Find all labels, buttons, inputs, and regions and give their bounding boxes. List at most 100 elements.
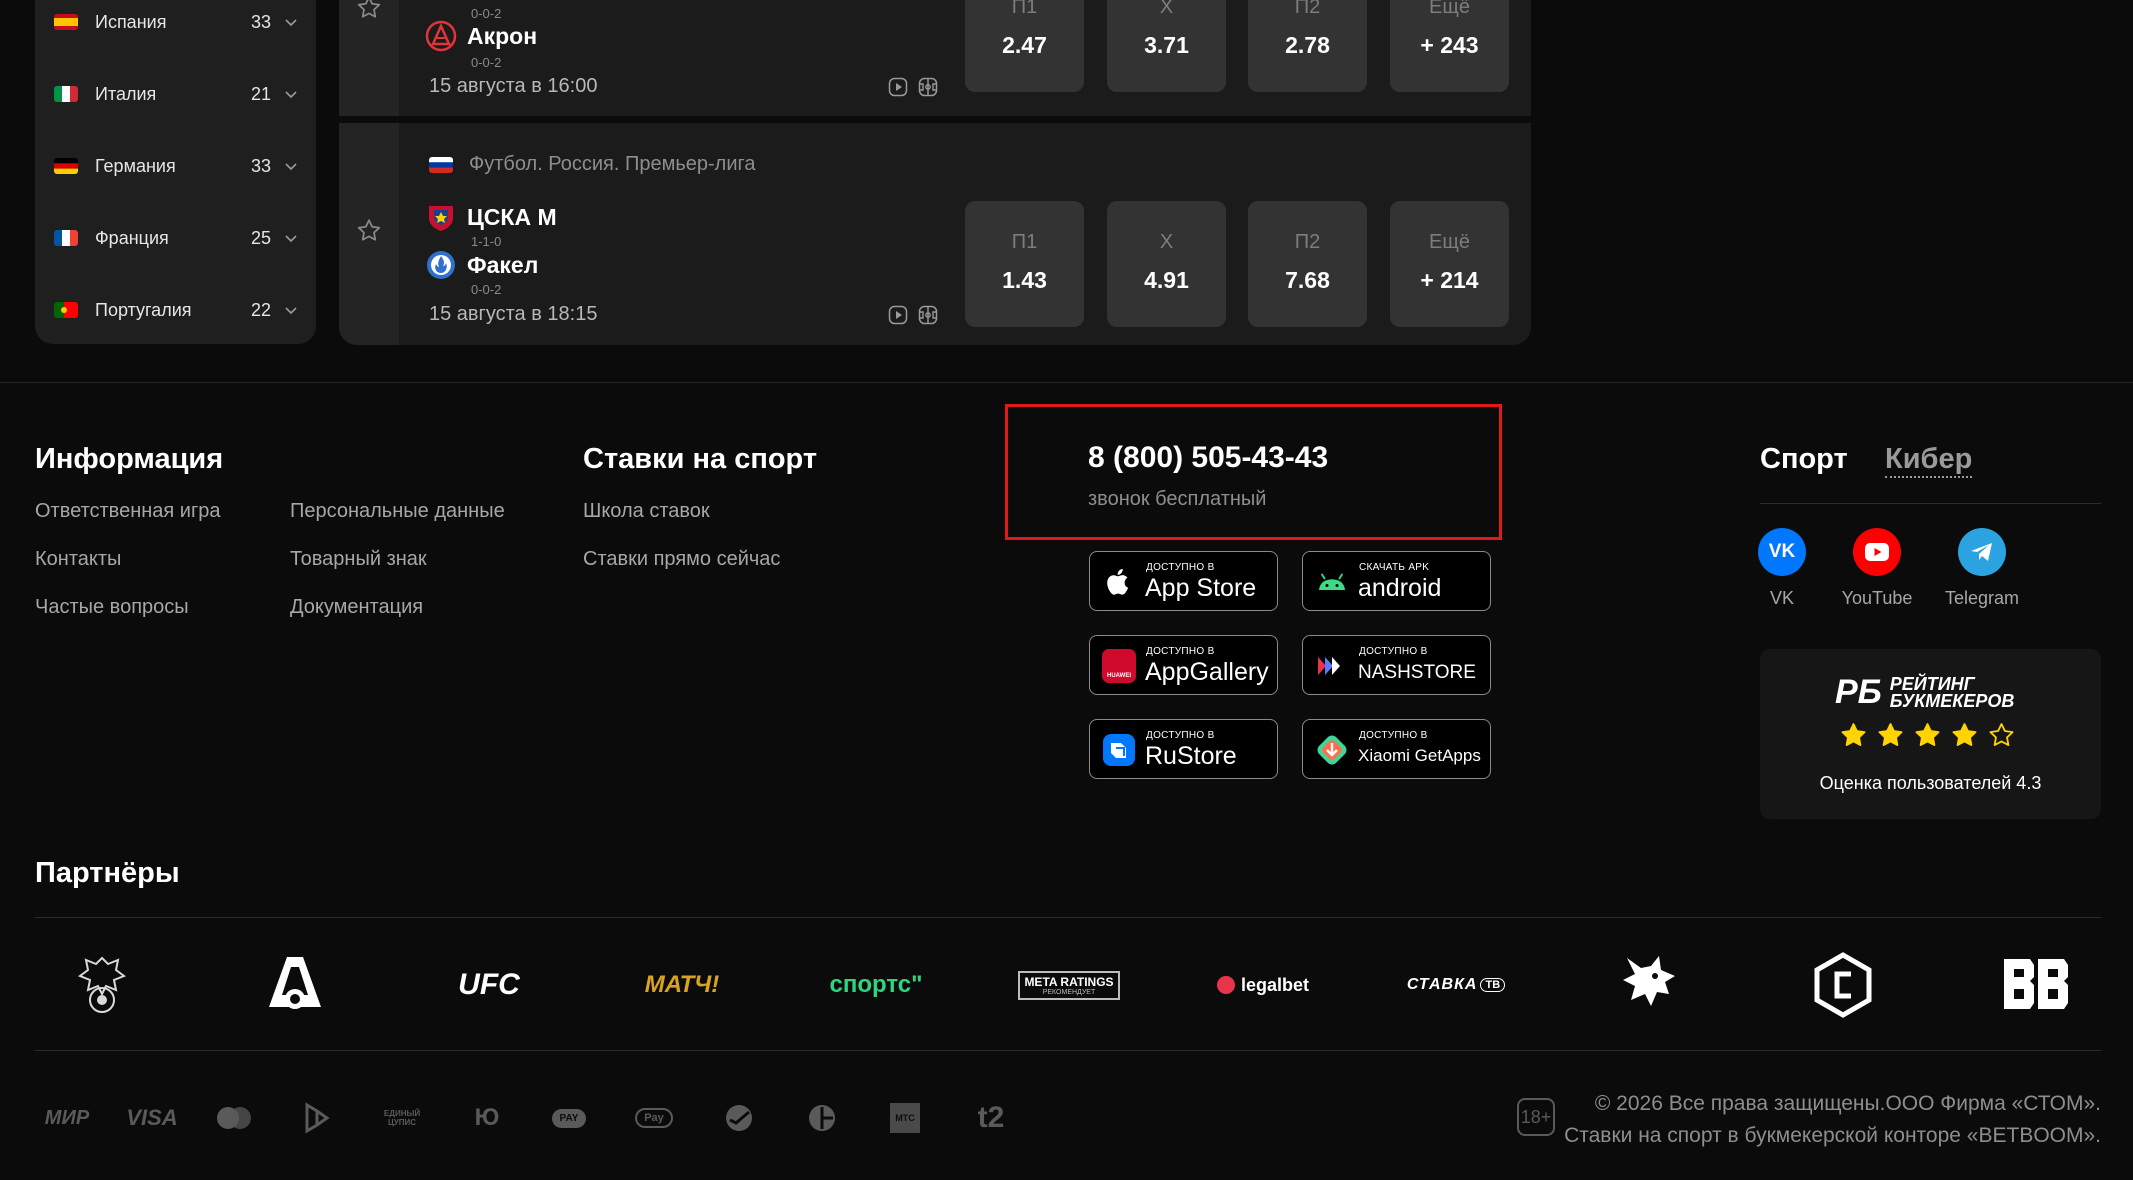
country-count: 33 [251,11,272,32]
partner-meta-ratings[interactable]: META RATINGS РЕКОМЕНДУЕТ [1014,950,1124,1020]
bookmaker-rating-card[interactable]: РБ РЕЙТИНГ БУКМЕКЕРОВ Оценка пользовател… [1760,649,2101,819]
germany-flag-icon [54,158,78,174]
link-personal-data[interactable]: Персональные данные [290,500,505,523]
odd-label: П1 [1011,231,1038,253]
info-title: Информация [35,443,224,475]
odd-value: 2.78 [1285,32,1330,58]
link-contacts[interactable]: Контакты [35,548,121,571]
social-youtube[interactable]: YouTube [1832,528,1922,609]
rb-logo-text: РЕЙТИНГ БУКМЕКЕРОВ [1889,675,2015,711]
odd-label: П2 [1294,0,1321,18]
italy-flag-icon [54,86,78,102]
store-caption: ДОСТУПНО В [1146,730,1215,741]
team-score: 0-0-2 [471,282,502,297]
store-name: NASHSTORE [1358,662,1476,683]
rb-logo-line: БУКМЕКЕРОВ [1889,690,2015,711]
sportx-logo: спортс" [829,971,923,998]
social-label: VK [1769,588,1794,608]
social-telegram[interactable]: Telegram [1937,528,2027,609]
gpay-logo: Pay [632,1100,676,1136]
appgallery-button[interactable]: HUAWEI ДОСТУПНО В AppGallery [1089,635,1278,695]
age-restriction-badge: 18+ [1517,1098,1555,1136]
tinkoff-logo [806,1100,838,1136]
odd-button-more[interactable]: Ещё + 214 [1390,201,1509,327]
odd-value: 1.43 [1002,267,1047,293]
lokomotiv-icon [269,957,321,1009]
odd-button-x[interactable]: Х 3.71 [1107,0,1226,92]
stavka-tv-logo: СТАВКА [1406,976,1478,993]
t2-logo: t2 [977,1101,1005,1134]
country-name: Италия [95,83,157,104]
odd-button-p2[interactable]: П2 2.78 [1248,0,1367,92]
telegram-icon [1958,528,2006,576]
country-name: Германия [95,155,176,176]
sber-logo [723,1100,755,1136]
team-score: 0-0-2 [471,6,502,21]
store-caption: ДОСТУПНО В [1359,646,1428,657]
odd-button-more[interactable]: Ещё + 243 [1390,0,1509,92]
link-responsible-gaming[interactable]: Ответственная игра [35,500,221,523]
store-name: AppGallery [1145,658,1269,686]
partner-stavka-tv[interactable]: СТАВКА TB [1401,950,1511,1020]
mirpay-logo: PAY [546,1100,592,1136]
meta-ratings-logo: META RATINGS РЕКОМЕНДУЕТ [1018,970,1120,1000]
league-title[interactable]: Футбол. Россия. Премьер-лига [429,153,756,176]
country-item-spain[interactable]: Испания 33 [35,0,316,46]
country-name: Франция [95,227,169,248]
partner-match-tv[interactable]: МАТЧ! [627,950,737,1020]
rfs-emblem-icon [77,956,127,1013]
star-icon[interactable] [355,217,383,245]
partner-sportx[interactable]: спортс" [821,950,931,1020]
favorite-column [339,0,399,116]
xiaomi-getapps-button[interactable]: ДОСТУПНО В Xiaomi GetApps [1302,719,1491,779]
link-trademark[interactable]: Товарный знак [290,548,427,571]
odd-button-p1[interactable]: П1 1.43 [965,201,1084,327]
app-store-button[interactable]: ДОСТУПНО В App Store [1089,551,1278,611]
country-item-germany[interactable]: Германия 33 [35,142,316,190]
nashstore-button[interactable]: ДОСТУПНО В NASHSTORE [1302,635,1491,695]
partner-rfs[interactable] [47,950,157,1020]
country-item-france[interactable]: Франция 25 [35,214,316,262]
store-caption: ДОСТУПНО В [1146,562,1215,573]
country-count: 22 [251,299,272,320]
partner-cs[interactable] [1788,950,1898,1020]
rustore-button[interactable]: ДОСТУПНО В RuStore [1089,719,1278,779]
team-score: 0-0-2 [471,55,502,70]
android-apk-button[interactable]: СКАЧАТЬ APK android [1302,551,1491,611]
partner-team-spirit[interactable] [1594,950,1704,1020]
link-documentation[interactable]: Документация [290,596,423,619]
star-icon[interactable] [355,0,383,22]
store-caption: ДОСТУПНО В [1359,730,1428,741]
link-live-bets[interactable]: Ставки прямо сейчас [583,548,780,571]
odd-value: 3.71 [1144,32,1189,58]
tab-sport[interactable]: Спорт [1760,443,1848,476]
legalbet-icon [1216,976,1235,994]
team-spirit-icon [1623,956,1675,1006]
partner-ufc[interactable]: UFC [434,950,544,1020]
odd-button-x[interactable]: Х 4.91 [1107,201,1226,327]
mir-logo: МИР [44,1106,90,1129]
team-name: Факел [467,251,539,278]
video-play-icon[interactable] [888,77,908,97]
link-betting-school[interactable]: Школа ставок [583,500,710,523]
partner-betboom-team[interactable] [1981,950,2091,1020]
video-play-icon[interactable] [888,305,908,325]
legalbet-logo: legalbet [1240,974,1310,995]
odd-button-p1[interactable]: П1 2.47 [965,0,1084,92]
star-outline-icon [1989,723,2014,746]
rustore-icon [1103,734,1135,766]
match-field-icon[interactable] [918,305,938,325]
chevron-down-icon [285,91,297,99]
match-field-icon[interactable] [918,77,938,97]
odd-button-p2[interactable]: П2 7.68 [1248,201,1367,327]
partner-legalbet[interactable]: legalbet [1208,950,1318,1020]
phone-number-link[interactable]: 8 (800) 505-43-43 [1088,441,1328,475]
odd-value: + 214 [1420,267,1479,293]
getapps-icon [1317,735,1347,765]
tab-cyber[interactable]: Кибер [1885,443,1973,478]
link-faq[interactable]: Частые вопросы [35,596,189,619]
country-item-italy[interactable]: Италия 21 [35,70,316,118]
partner-lokomotiv[interactable] [240,950,350,1020]
social-vk[interactable]: VK VK [1737,528,1827,609]
country-item-portugal[interactable]: Португалия 22 [35,286,316,334]
